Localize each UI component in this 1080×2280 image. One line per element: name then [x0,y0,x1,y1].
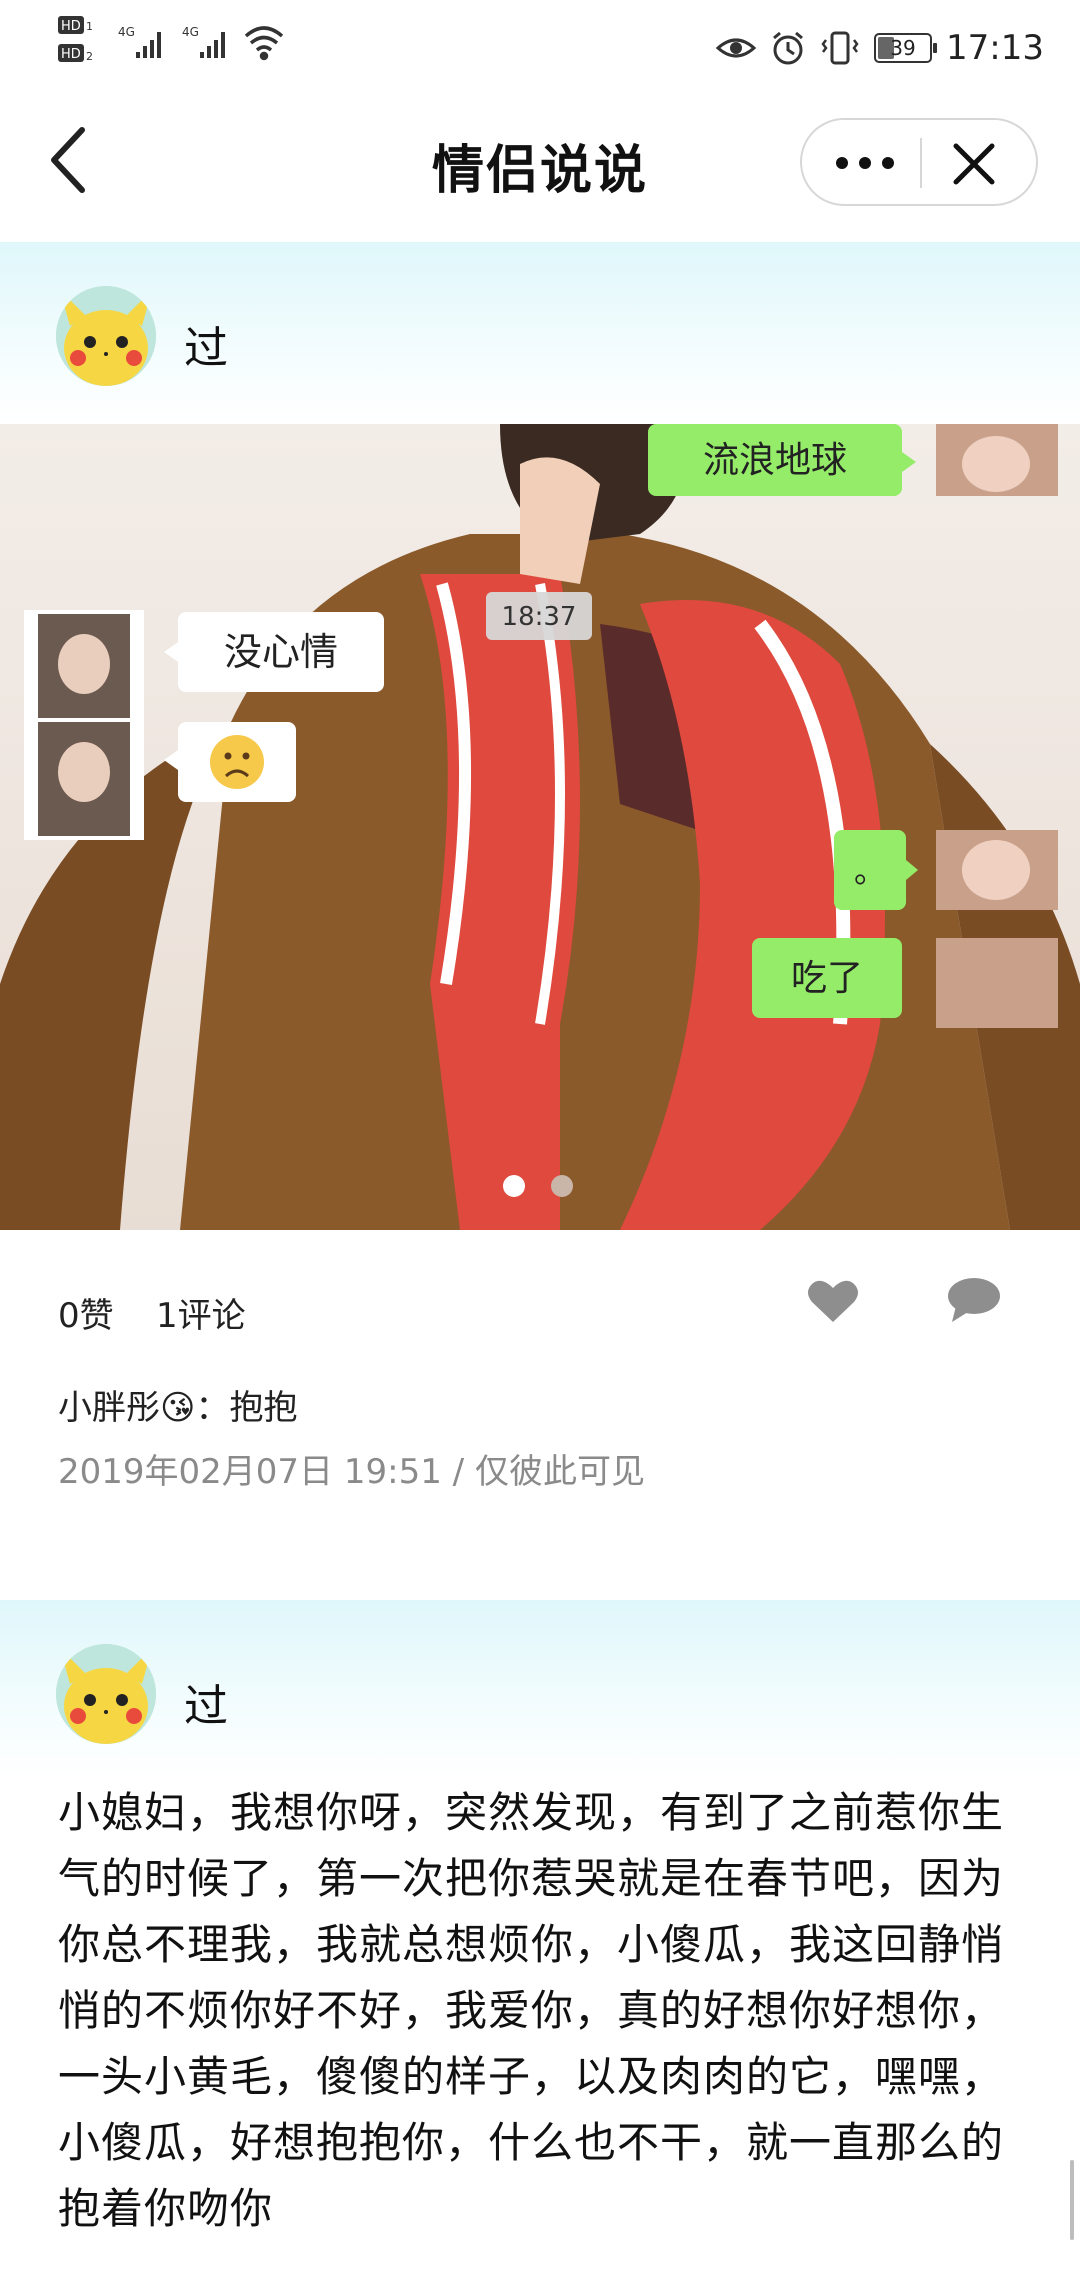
pikachu-avatar-image [56,286,156,386]
avatar[interactable] [56,1644,156,1744]
comment-text: 抱抱 [229,1388,298,1428]
avatar[interactable] [56,286,156,386]
4g-signal-icon: 4G [118,25,161,58]
meta-separator: / [452,1452,465,1492]
post-date: 2019年02月07日 19:51 [58,1452,442,1492]
sad-face-emoji [210,735,264,789]
miniprogram-capsule [800,118,1038,206]
scrollbar[interactable] [1070,2160,1074,2240]
svg-text:HD: HD [61,47,81,62]
capsule-divider [920,138,922,188]
svg-text:1: 1 [86,20,93,33]
post-username[interactable]: 过 [184,312,228,376]
chat-bubble-text: 流浪地球 [703,440,847,481]
more-button[interactable] [830,148,900,178]
comment-colon: ： [195,1388,230,1428]
eye-icon [716,38,757,58]
carousel-dot [551,1175,573,1197]
chat-bubble-text: 吃了 [791,958,863,999]
status-left-icons: HD 1 HD 2 4G 4G [58,16,284,63]
chat-bubble-text: 。 [854,852,886,890]
svg-text:2: 2 [86,50,93,63]
status-right-icons: 39 17:13 [716,18,1044,78]
post-text: 小媳妇，我想你呀，突然发现，有到了之前惹你生气的时候了，第一次把你惹哭就是在春节… [58,1788,1005,2233]
svg-text:HD: HD [61,19,81,34]
likes-count: 0赞 [58,1296,114,1336]
battery-level: 39 [890,36,916,60]
status-bar: HD 1 HD 2 4G 4G 39 17:13 [0,0,1080,96]
chat-time-stamp: 18:37 [502,602,577,632]
wifi-icon [244,26,284,61]
pikachu-avatar-image [56,1644,156,1744]
comments-count: 1评论 [156,1296,246,1336]
hd1-icon: HD 1 [58,16,93,34]
comment-row: 小胖彤😘：抱抱 [58,1380,297,1429]
comment-icon[interactable] [946,1276,1002,1324]
visibility-label: 仅彼此可见 [474,1452,645,1492]
comment-author[interactable]: 小胖彤😘 [58,1388,195,1428]
post-image: 18:37 流浪地球 没心情 。 吃了 [0,424,1080,1230]
4g-signal-icon: 4G [182,25,225,58]
close-button[interactable] [948,138,1000,190]
hd2-icon: HD 2 [58,44,93,63]
post-meta: 2019年02月07日 19:51 / 仅彼此可见 [58,1444,645,1493]
post-header: 过 [0,242,1080,422]
svg-text:4G: 4G [118,25,135,39]
post-image-carousel[interactable]: 18:37 流浪地球 没心情 。 吃了 [0,424,1080,1230]
post-username[interactable]: 过 [184,1670,228,1734]
post-header: 过 [0,1600,1080,1780]
chat-bubble-text: 没心情 [224,630,338,674]
status-time: 17:13 [946,28,1044,68]
alarm-icon [773,31,803,65]
carousel-dot-active [503,1175,525,1197]
heart-icon[interactable] [806,1276,860,1326]
battery-icon: 39 [874,33,938,63]
svg-text:4G: 4G [182,25,199,39]
vibrate-icon [821,31,859,65]
